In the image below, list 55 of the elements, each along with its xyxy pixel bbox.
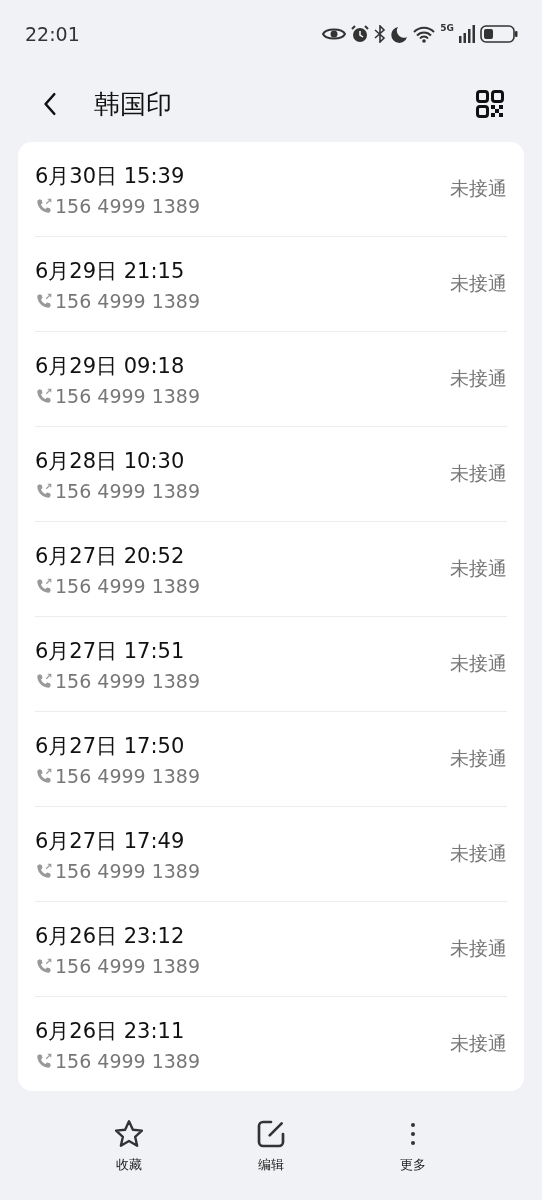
signal-icon: [459, 25, 475, 43]
wifi-icon: [413, 25, 436, 43]
outgoing-call-icon: [35, 291, 53, 310]
outgoing-call-icon: [35, 766, 53, 785]
alarm-icon: [351, 25, 370, 43]
call-status: 未接通: [450, 176, 507, 201]
phone-number: 156 4999 1389: [55, 384, 201, 407]
outgoing-call-icon: [35, 956, 53, 975]
call-status: 未接通: [450, 936, 507, 961]
outgoing-call-icon: [35, 671, 53, 690]
phone-number: 156 4999 1389: [55, 194, 201, 217]
call-datetime: 6月29日 09:18: [35, 352, 186, 380]
star-action-button[interactable]: 收藏: [99, 1117, 159, 1174]
phone-number: 156 4999 1389: [55, 479, 201, 502]
phone-number: 156 4999 1389: [55, 764, 201, 787]
bluetooth-icon: [374, 25, 387, 43]
outgoing-call-icon: [35, 196, 53, 215]
call-datetime: 6月27日 17:51: [35, 637, 186, 665]
outgoing-call-icon: [35, 1051, 53, 1070]
star-icon: [113, 1117, 145, 1150]
call-status: 未接通: [450, 461, 507, 486]
call-status: 未接通: [450, 746, 507, 771]
edit-action-button[interactable]: 编辑: [241, 1117, 301, 1174]
call-datetime: 6月27日 17:49: [35, 827, 186, 855]
call-status: 未接通: [450, 1031, 507, 1056]
more-action-button[interactable]: 更多: [383, 1117, 443, 1174]
call-datetime: 6月26日 23:12: [35, 922, 186, 950]
call-status: 未接通: [450, 366, 507, 391]
outgoing-call-icon: [35, 481, 53, 500]
outgoing-call-icon: [35, 576, 53, 595]
call-status: 未接通: [450, 556, 507, 581]
phone-number: 156 4999 1389: [55, 859, 201, 882]
call-status: 未接通: [450, 271, 507, 296]
phone-number: 156 4999 1389: [55, 289, 201, 312]
phone-number: 156 4999 1389: [55, 954, 201, 977]
eye-icon: [322, 26, 347, 42]
call-status: 未接通: [450, 841, 507, 866]
call-datetime: 6月30日 15:39: [35, 162, 186, 190]
outgoing-call-icon: [35, 386, 53, 405]
call-datetime: 6月26日 23:11: [35, 1017, 186, 1045]
call-datetime: 6月27日 17:50: [35, 732, 186, 760]
call-datetime: 6月27日 20:52: [35, 542, 186, 570]
phone-number: 156 4999 1389: [55, 574, 201, 597]
outgoing-call-icon: [35, 861, 53, 880]
clock-time: 22:01: [25, 23, 80, 45]
qr-code-button[interactable]: [476, 90, 504, 118]
call-datetime: 6月29日 21:15: [35, 257, 186, 285]
network-type: 5G: [440, 23, 454, 33]
call-datetime: 6月28日 10:30: [35, 447, 186, 475]
contact-name: 韩国印: [94, 87, 173, 121]
phone-number: 156 4999 1389: [55, 1049, 201, 1072]
phone-number: 156 4999 1389: [55, 669, 201, 692]
moon-icon: [391, 25, 409, 43]
call-status: 未接通: [450, 651, 507, 676]
battery-icon: [480, 25, 518, 43]
